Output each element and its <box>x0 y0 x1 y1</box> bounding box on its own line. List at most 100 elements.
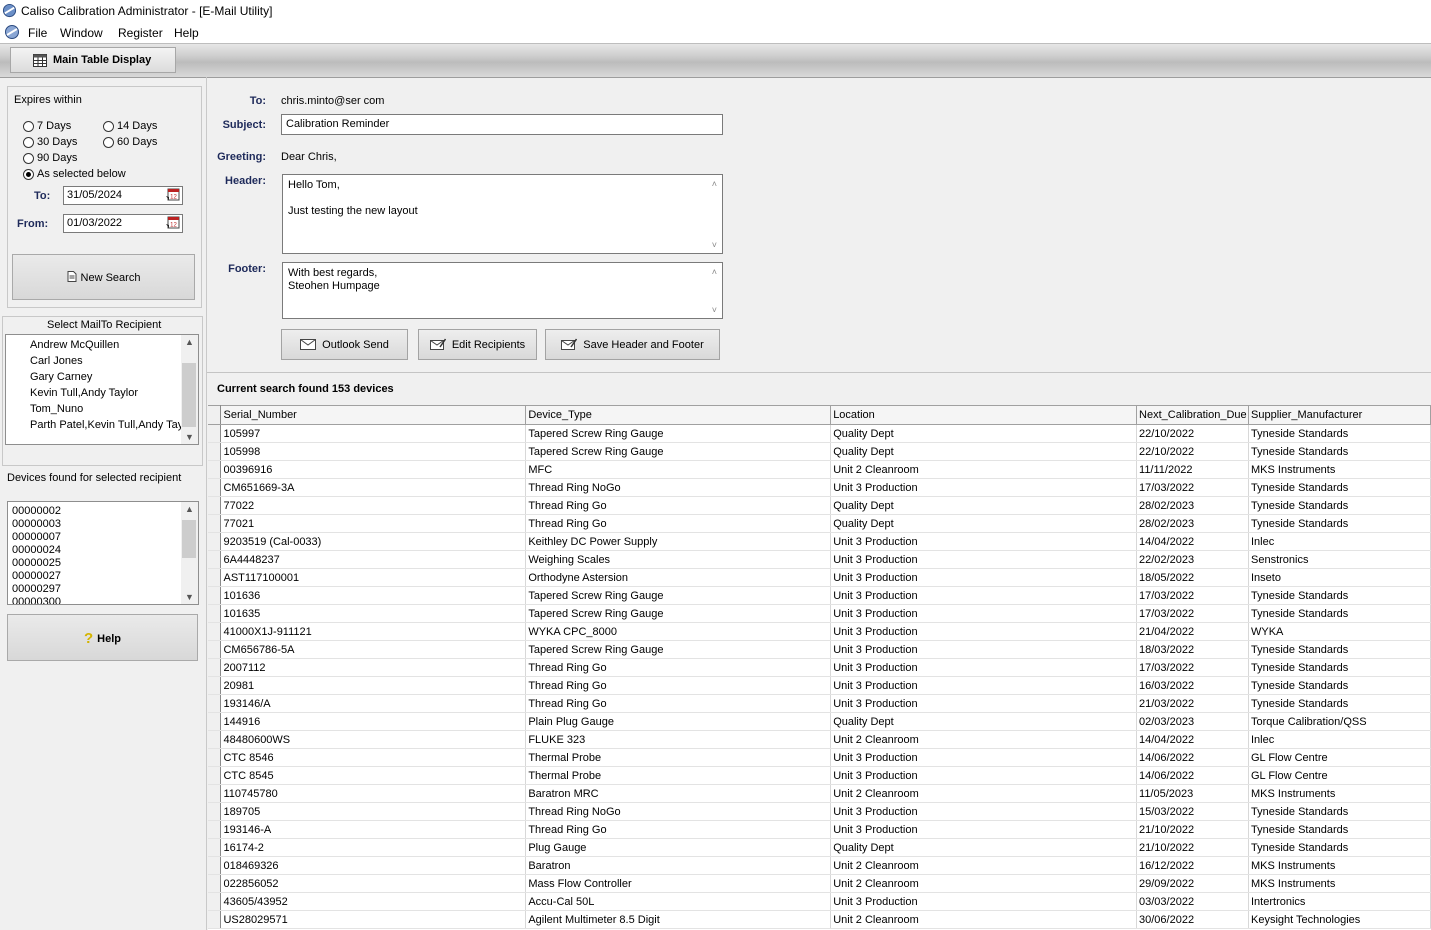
cell-device-type[interactable]: Orthodyne Astersion <box>525 568 832 587</box>
cell-supplier-manufacturer[interactable]: Tyneside Standards <box>1248 586 1431 605</box>
table-row[interactable]: 77022 Thread Ring Go Quality Dept 28/02/202… <box>208 496 1431 515</box>
cell-next-calibration-due[interactable]: 21/04/2022 <box>1136 622 1249 641</box>
scroll-down-icon[interactable]: ▼ <box>185 432 194 442</box>
cell-device-type[interactable]: Baratron <box>525 856 832 875</box>
cell-supplier-manufacturer[interactable]: Inseto <box>1248 568 1431 587</box>
cell-next-calibration-due[interactable]: 30/06/2022 <box>1136 910 1249 929</box>
cell-location[interactable]: Unit 3 Production <box>830 892 1138 911</box>
cell-device-type[interactable]: Thread Ring NoGo <box>525 478 832 497</box>
recipient-scrollbar[interactable]: ▲ ▼ <box>181 335 198 444</box>
cell-device-type[interactable]: Thread Ring NoGo <box>525 802 832 821</box>
cell-supplier-manufacturer[interactable]: MKS Instruments <box>1248 460 1431 479</box>
cell-location[interactable]: Unit 3 Production <box>830 820 1138 839</box>
table-row[interactable]: CM656786-5A Tapered Screw Ring Gauge Unit … <box>208 640 1431 659</box>
row-indicator[interactable] <box>208 712 222 731</box>
cell-supplier-manufacturer[interactable]: Tyneside Standards <box>1248 514 1431 533</box>
cell-next-calibration-due[interactable]: 14/06/2022 <box>1136 748 1249 767</box>
cell-device-type[interactable]: Tapered Screw Ring Gauge <box>525 424 832 443</box>
cell-serial-number[interactable]: 193146/A <box>220 694 527 713</box>
row-indicator[interactable] <box>208 694 222 713</box>
save-header-footer-button[interactable]: Save Header and Footer <box>545 329 720 360</box>
device-list-item[interactable]: 00000024 <box>12 544 198 557</box>
cell-supplier-manufacturer[interactable]: Tyneside Standards <box>1248 838 1431 857</box>
table-row[interactable]: CTC 8545 Thermal Probe Unit 3 Production 14… <box>208 766 1431 785</box>
row-indicator[interactable] <box>208 820 222 839</box>
recipient-list-item[interactable]: Parth Patel,Kevin Tull,Andy Tay <box>30 417 198 433</box>
table-row[interactable]: 43605/43952 Accu-Cal 50L Unit 3 Production… <box>208 892 1431 911</box>
cell-next-calibration-due[interactable]: 03/03/2022 <box>1136 892 1249 911</box>
cell-supplier-manufacturer[interactable]: Tyneside Standards <box>1248 496 1431 515</box>
cell-next-calibration-due[interactable]: 17/03/2022 <box>1136 658 1249 677</box>
to-date-field[interactable]: 31/05/2024 12 <box>63 186 183 205</box>
from-date-field[interactable]: 01/03/2022 12 <box>63 214 183 233</box>
table-row[interactable]: AST117100001 Orthodyne Astersion Unit 3 Pr… <box>208 568 1431 587</box>
table-row[interactable]: 144916 Plain Plug Gauge Quality Dept 02/03/… <box>208 712 1431 731</box>
cell-next-calibration-due[interactable]: 14/04/2022 <box>1136 532 1249 551</box>
cell-supplier-manufacturer[interactable]: Tyneside Standards <box>1248 604 1431 623</box>
footer-textarea[interactable]: With best regards, Steohen Humpage ˄ ˅ <box>282 262 723 319</box>
row-indicator[interactable] <box>208 874 222 893</box>
cell-device-type[interactable]: MFC <box>525 460 832 479</box>
cell-location[interactable]: Unit 3 Production <box>830 586 1138 605</box>
help-button[interactable]: ? Help <box>7 614 198 661</box>
table-row[interactable]: 2007112 Thread Ring Go Unit 3 Production 17… <box>208 658 1431 677</box>
cell-device-type[interactable]: Plug Gauge <box>525 838 832 857</box>
cell-next-calibration-due[interactable]: 17/03/2022 <box>1136 586 1249 605</box>
table-row[interactable]: 6A4448237 Weighing Scales Unit 3 Productio… <box>208 550 1431 569</box>
table-row[interactable]: 105998 Tapered Screw Ring Gauge Quality De… <box>208 442 1431 461</box>
cell-device-type[interactable]: Tapered Screw Ring Gauge <box>525 640 832 659</box>
cell-supplier-manufacturer[interactable]: MKS Instruments <box>1248 856 1431 875</box>
cell-supplier-manufacturer[interactable]: Senstronics <box>1248 550 1431 569</box>
cell-next-calibration-due[interactable]: 11/05/2023 <box>1136 784 1249 803</box>
cell-supplier-manufacturer[interactable]: Tyneside Standards <box>1248 442 1431 461</box>
device-list-item[interactable]: 00000002 <box>12 505 198 518</box>
cell-location[interactable]: Unit 2 Cleanroom <box>830 910 1138 929</box>
cell-device-type[interactable]: Thread Ring Go <box>525 694 832 713</box>
cell-serial-number[interactable]: 022856052 <box>220 874 527 893</box>
cell-device-type[interactable]: Tapered Screw Ring Gauge <box>525 604 832 623</box>
cell-location[interactable]: Quality Dept <box>830 712 1138 731</box>
cell-serial-number[interactable]: 77022 <box>220 496 527 515</box>
table-row[interactable]: 00396916 MFC Unit 2 Cleanroom 11/11/2022 MKS… <box>208 460 1431 479</box>
row-indicator[interactable] <box>208 460 222 479</box>
table-row[interactable]: 101635 Tapered Screw Ring Gauge Unit 3 Pro… <box>208 604 1431 623</box>
menu-file[interactable]: File <box>28 26 47 40</box>
cell-serial-number[interactable]: 193146-A <box>220 820 527 839</box>
cell-next-calibration-due[interactable]: 14/04/2022 <box>1136 730 1249 749</box>
row-indicator[interactable] <box>208 532 222 551</box>
cell-location[interactable]: Quality Dept <box>830 514 1138 533</box>
cell-next-calibration-due[interactable]: 28/02/2023 <box>1136 514 1249 533</box>
new-search-button[interactable]: New Search <box>12 254 195 300</box>
row-indicator[interactable] <box>208 784 222 803</box>
cell-serial-number[interactable]: CM651669-3A <box>220 478 527 497</box>
cell-supplier-manufacturer[interactable]: Tyneside Standards <box>1248 640 1431 659</box>
table-row[interactable]: 189705 Thread Ring NoGo Unit 3 Production 1… <box>208 802 1431 821</box>
row-indicator[interactable] <box>208 730 222 749</box>
cell-location[interactable]: Quality Dept <box>830 496 1138 515</box>
cell-location[interactable]: Unit 2 Cleanroom <box>830 874 1138 893</box>
scroll-up-icon[interactable]: ˄ <box>712 266 717 279</box>
header-textarea[interactable]: Hello Tom, Just testing the new layout ˄… <box>282 174 723 254</box>
row-indicator[interactable] <box>208 424 222 443</box>
cell-supplier-manufacturer[interactable]: Tyneside Standards <box>1248 478 1431 497</box>
table-row[interactable]: 41000X1J-911121 WYKA CPC_8000 Unit 3 Produ… <box>208 622 1431 641</box>
cell-device-type[interactable]: Thread Ring Go <box>525 514 832 533</box>
cell-supplier-manufacturer[interactable]: Tyneside Standards <box>1248 820 1431 839</box>
cell-device-type[interactable]: Thread Ring Go <box>525 658 832 677</box>
cell-device-type[interactable]: Thread Ring Go <box>525 820 832 839</box>
table-row[interactable]: 16174-2 Plug Gauge Quality Dept 21/10/2022 T… <box>208 838 1431 857</box>
scroll-up-icon[interactable]: ˄ <box>712 178 717 191</box>
cell-serial-number[interactable]: 101635 <box>220 604 527 623</box>
cell-device-type[interactable]: Thread Ring Go <box>525 496 832 515</box>
column-header-location[interactable]: Location <box>830 405 1138 425</box>
cell-next-calibration-due[interactable]: 02/03/2023 <box>1136 712 1249 731</box>
row-indicator[interactable] <box>208 604 222 623</box>
scroll-thumb[interactable] <box>182 520 196 558</box>
cell-supplier-manufacturer[interactable]: Intertronics <box>1248 892 1431 911</box>
cell-serial-number[interactable]: 144916 <box>220 712 527 731</box>
cell-device-type[interactable]: Tapered Screw Ring Gauge <box>525 586 832 605</box>
cell-location[interactable]: Unit 3 Production <box>830 766 1138 785</box>
cell-next-calibration-due[interactable]: 18/05/2022 <box>1136 568 1249 587</box>
device-list-item[interactable]: 00000027 <box>12 570 198 583</box>
row-indicator[interactable] <box>208 514 222 533</box>
